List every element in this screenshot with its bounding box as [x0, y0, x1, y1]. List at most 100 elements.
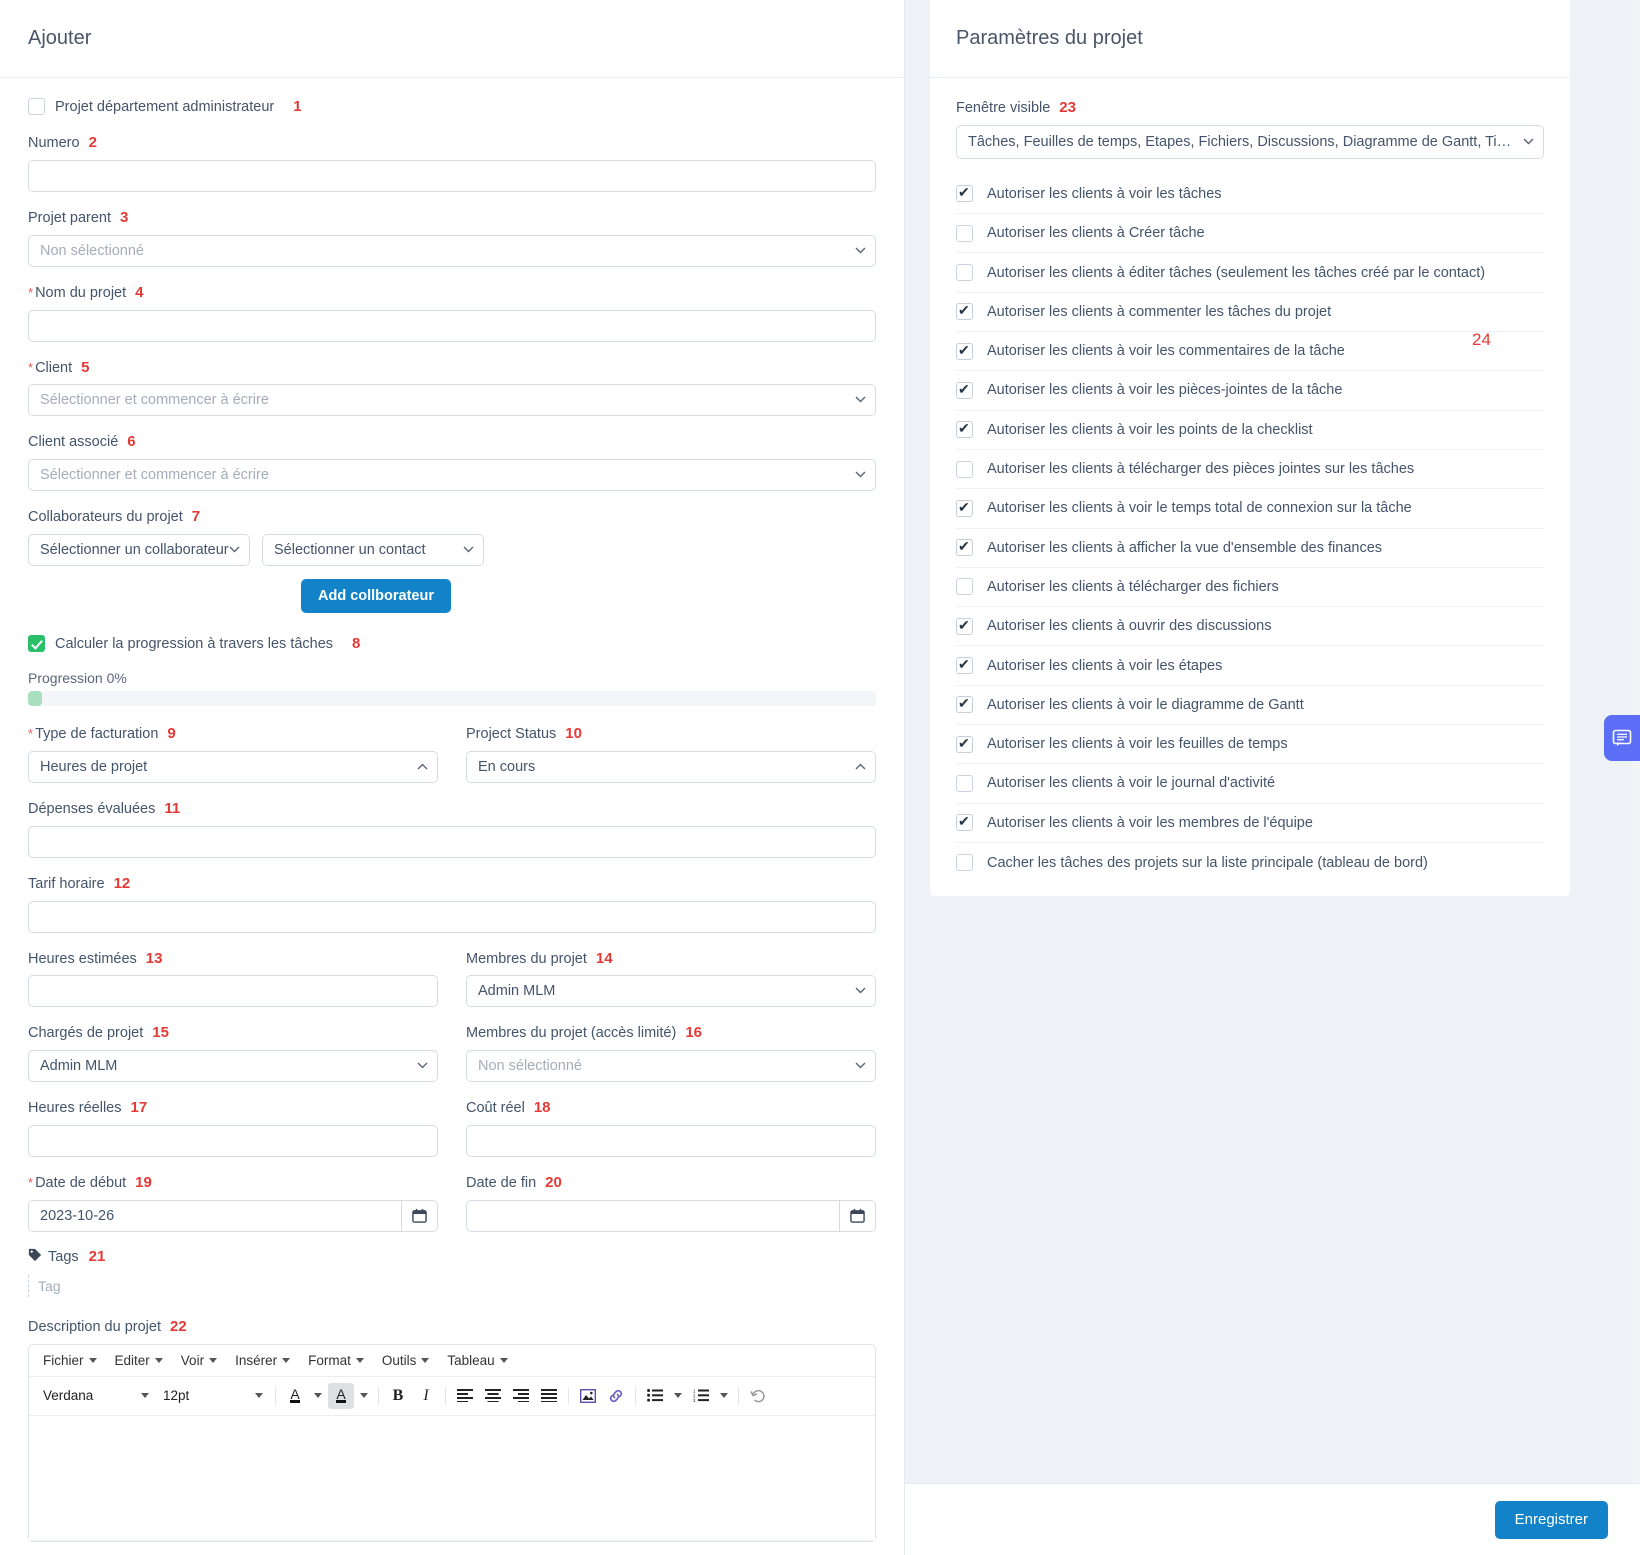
permission-row[interactable]: Autoriser les clients à voir le journal …	[956, 764, 1544, 804]
permission-checkbox[interactable]	[956, 616, 973, 635]
background-color-icon[interactable]: A	[328, 1382, 354, 1409]
align-left-icon[interactable]	[452, 1383, 478, 1409]
heures-estimees-input[interactable]	[28, 975, 438, 1008]
permission-checkbox[interactable]	[956, 694, 973, 714]
permission-checkbox[interactable]	[956, 183, 973, 203]
permission-checkbox[interactable]	[956, 578, 973, 596]
align-justify-icon[interactable]	[536, 1383, 562, 1409]
permission-row[interactable]: Autoriser les clients à voir le diagramm…	[956, 686, 1544, 725]
permission-checkbox[interactable]	[956, 498, 973, 517]
permission-row[interactable]: Autoriser les clients à commenter les tâ…	[956, 293, 1544, 333]
annotation-12: 12	[113, 874, 131, 892]
permission-row[interactable]: Autoriser les clients à voir les étapes	[956, 646, 1544, 686]
editor-content-area[interactable]	[29, 1415, 875, 1541]
permission-row[interactable]: Autoriser les clients à télécharger des …	[956, 568, 1544, 608]
permission-checkbox[interactable]	[956, 380, 973, 399]
calc-progress-row[interactable]: Calculer la progression à travers les tâ…	[28, 635, 876, 653]
calendar-icon[interactable]	[401, 1199, 438, 1232]
chat-widget-button[interactable]	[1604, 715, 1640, 761]
save-button[interactable]: Enregistrer	[1494, 1500, 1608, 1539]
tag-input[interactable]: Tag	[28, 1274, 876, 1297]
menu-voir[interactable]: Voir	[173, 1350, 225, 1371]
client-select[interactable]: Sélectionner et commencer à écrire	[28, 384, 876, 417]
insert-link-icon[interactable]	[603, 1383, 629, 1409]
depenses-input[interactable]	[28, 825, 876, 858]
permission-checkbox[interactable]	[956, 812, 973, 832]
permission-row[interactable]: Autoriser les clients à Créer tâche	[956, 214, 1544, 254]
numbered-list-icon[interactable]: 123	[688, 1383, 714, 1409]
field-charges-projet: Chargés de projet 15 Admin MLM	[28, 1023, 438, 1083]
permission-row[interactable]: Autoriser les clients à voir les points …	[956, 411, 1544, 450]
collaborateur-select[interactable]: Sélectionner un collaborateur	[28, 534, 250, 567]
menu-editer[interactable]: Editer	[107, 1350, 171, 1371]
chevron-down-icon	[463, 546, 474, 555]
permission-checkbox[interactable]	[956, 341, 973, 360]
permission-checkbox[interactable]	[956, 460, 973, 478]
font-size-select[interactable]: 12pt	[157, 1384, 269, 1407]
text-color-icon[interactable]: A	[282, 1383, 308, 1409]
align-center-icon[interactable]	[480, 1383, 506, 1409]
fenetre-visible-select[interactable]: Tâches, Feuilles de temps, Etapes, Fichi…	[956, 124, 1544, 159]
permission-checkbox[interactable]	[956, 264, 973, 282]
permission-checkbox[interactable]	[956, 419, 973, 439]
permission-row[interactable]: Autoriser les clients à voir les feuille…	[956, 725, 1544, 765]
add-collaborateur-button[interactable]: Add collborateur	[300, 579, 451, 614]
numero-input[interactable]	[28, 159, 876, 192]
align-right-icon[interactable]	[508, 1383, 534, 1409]
calc-progress-checkbox[interactable]	[28, 635, 45, 653]
projet-parent-select[interactable]: Non sélectionné	[28, 234, 876, 267]
numbered-list-chevron-down-icon[interactable]	[716, 1383, 732, 1409]
client-associe-select[interactable]: Sélectionner et commencer à écrire	[28, 459, 876, 492]
permission-checkbox[interactable]	[956, 734, 973, 753]
undo-icon[interactable]	[745, 1383, 771, 1409]
menu-tableau[interactable]: Tableau	[439, 1350, 515, 1371]
font-family-select[interactable]: Verdana	[37, 1384, 155, 1407]
permission-checkbox[interactable]	[956, 854, 973, 872]
permission-row[interactable]: Autoriser les clients à afficher la vue …	[956, 529, 1544, 568]
heures-reelles-input[interactable]	[28, 1125, 438, 1158]
permission-row[interactable]: Autoriser les clients à télécharger des …	[956, 450, 1544, 490]
permission-checkbox[interactable]	[956, 224, 973, 242]
menu-fichier[interactable]: Fichier	[35, 1350, 105, 1371]
permission-label: Autoriser les clients à voir les pièces-…	[987, 382, 1343, 399]
insert-image-icon[interactable]	[575, 1383, 601, 1409]
cout-reel-input[interactable]	[466, 1125, 876, 1158]
progression-fill	[28, 691, 42, 707]
permission-checkbox[interactable]	[956, 774, 973, 792]
project-status-select[interactable]: En cours	[466, 750, 876, 783]
bullet-list-chevron-down-icon[interactable]	[670, 1383, 686, 1409]
admin-department-project-checkbox[interactable]	[28, 98, 45, 115]
permission-row[interactable]: Autoriser les clients à voir les comment…	[956, 332, 1544, 372]
permission-row[interactable]: Autoriser les clients à éditer tâches (s…	[956, 253, 1544, 293]
contact-select[interactable]: Sélectionner un contact	[262, 534, 484, 567]
calendar-icon[interactable]	[839, 1199, 876, 1232]
menu-outils[interactable]: Outils	[374, 1350, 438, 1371]
permission-row[interactable]: Autoriser les clients à voir les tâches	[956, 175, 1544, 215]
permission-row[interactable]: Autoriser les clients à voir le temps to…	[956, 489, 1544, 529]
permission-row[interactable]: Autoriser les clients à voir les membres…	[956, 804, 1544, 843]
bold-icon[interactable]: B	[385, 1383, 411, 1409]
date-fin-input[interactable]	[466, 1199, 840, 1232]
permission-checkbox[interactable]	[956, 301, 973, 321]
membres-limite-select[interactable]: Non sélectionné	[466, 1050, 876, 1083]
page-scrollbar[interactable]	[1632, 0, 1640, 1555]
permission-row[interactable]: Cacher les tâches des projets sur la lis…	[956, 843, 1544, 882]
background-color-chevron-down-icon[interactable]	[356, 1383, 372, 1409]
type-facturation-select[interactable]: Heures de projet	[28, 750, 438, 783]
permission-row[interactable]: Autoriser les clients à ouvrir des discu…	[956, 607, 1544, 647]
membres-projet-select[interactable]: Admin MLM	[466, 975, 876, 1008]
charges-projet-select[interactable]: Admin MLM	[28, 1050, 438, 1083]
permission-row[interactable]: Autoriser les clients à voir les pièces-…	[956, 371, 1544, 411]
text-color-chevron-down-icon[interactable]	[310, 1383, 326, 1409]
nom-projet-input[interactable]	[28, 309, 876, 342]
permission-checkbox[interactable]	[956, 537, 973, 557]
date-debut-input[interactable]: 2023-10-26	[28, 1199, 402, 1232]
client-associe-value: Sélectionner et commencer à écrire	[40, 467, 269, 484]
italic-icon[interactable]: I	[413, 1383, 439, 1409]
permission-checkbox[interactable]	[956, 655, 973, 675]
bullet-list-icon[interactable]	[642, 1383, 668, 1409]
admin-department-project-row[interactable]: Projet département administrateur 1	[28, 98, 876, 115]
tarif-horaire-input[interactable]	[28, 900, 876, 933]
menu-inserer[interactable]: Insérer	[227, 1350, 298, 1371]
menu-format[interactable]: Format	[300, 1350, 372, 1371]
